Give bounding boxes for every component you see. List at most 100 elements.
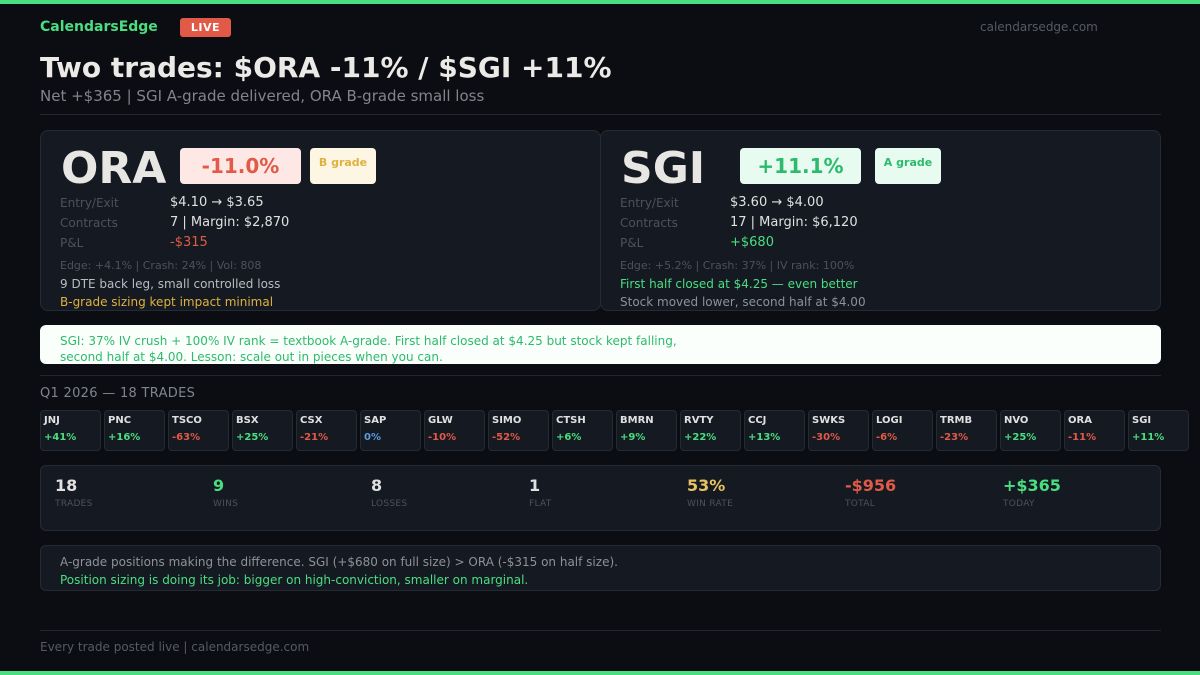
tile-return: 0% (364, 432, 381, 443)
trade-tile: SIMO -52% (488, 410, 549, 451)
stat-label: WINS (213, 499, 239, 509)
site-url: calendarsedge.com (980, 20, 1098, 34)
footer-text: Every trade posted live | calendarsedge.… (40, 640, 310, 654)
ticker-symbol: ORA (61, 143, 167, 194)
trade-tile: RVTY +22% (680, 410, 741, 451)
divider (40, 375, 1161, 376)
stat-label: TOTAL (845, 499, 876, 509)
tile-return: +25% (236, 432, 269, 443)
tile-return: -10% (428, 432, 457, 443)
bottom-accent-bar (0, 671, 1200, 675)
tile-ticker: RVTY (684, 415, 714, 426)
grade-badge: A grade (875, 148, 941, 184)
callout-line: SGI: 37% IV crush + 100% IV rank = textb… (60, 334, 677, 348)
trade-card-sgi: SGI +11.1% A grade Entry/Exit $3.60 → $4… (600, 130, 1161, 311)
contracts-value: 17 | Margin: $6,120 (730, 215, 858, 230)
tile-ticker: TSCO (172, 415, 202, 426)
lesson-callout: SGI: 37% IV crush + 100% IV rank = textb… (40, 325, 1161, 364)
trade-tile: CTSH +6% (552, 410, 613, 451)
tile-return: +25% (1004, 432, 1037, 443)
page-title: Two trades: $ORA -11% / $SGI +11% (40, 51, 612, 84)
stat-label: TODAY (1003, 499, 1035, 509)
tile-return: +9% (620, 432, 646, 443)
tile-ticker: GLW (428, 415, 453, 426)
pnl-label: P&L (620, 236, 644, 250)
stat-value: 8 (371, 476, 383, 495)
summary-line: A-grade positions making the difference.… (60, 555, 618, 569)
tile-ticker: SWKS (812, 415, 846, 426)
stat-value: 9 (213, 476, 225, 495)
stat-item: -$956 TOTAL (845, 476, 896, 509)
trade-tile: NVO +25% (1000, 410, 1061, 451)
tile-ticker: PNC (108, 415, 132, 426)
stat-item: 9 WINS (213, 476, 238, 509)
tile-ticker: SAP (364, 415, 387, 426)
brand-logo: CalendarsEdge (40, 19, 158, 35)
stat-value: +$365 (1003, 476, 1061, 495)
tile-ticker: CCJ (748, 415, 767, 426)
tile-return: -30% (812, 432, 841, 443)
tile-return: -23% (940, 432, 969, 443)
tile-ticker: CTSH (556, 415, 586, 426)
page-subtitle: Net +$365 | SGI A-grade delivered, ORA B… (40, 87, 485, 105)
trade-tile: LOGI -6% (872, 410, 933, 451)
trade-tile: CSX -21% (296, 410, 357, 451)
tile-return: +16% (108, 432, 141, 443)
contracts-label: Contracts (60, 216, 118, 230)
trade-note: 9 DTE back leg, small controlled loss (60, 277, 281, 291)
tile-return: -63% (172, 432, 201, 443)
divider (40, 630, 1161, 631)
stat-item: 1 FLAT (529, 476, 552, 509)
tile-ticker: TRMB (940, 415, 973, 426)
stat-value: 53% (687, 476, 726, 495)
trade-tile: CCJ +13% (744, 410, 805, 451)
tile-ticker: ORA (1068, 415, 1092, 426)
tile-ticker: NVO (1004, 415, 1029, 426)
stat-item: +$365 TODAY (1003, 476, 1061, 509)
contracts-value: 7 | Margin: $2,870 (170, 215, 290, 230)
trade-note-highlight: First half closed at $4.25 — even better (620, 277, 858, 291)
tile-return: +11% (1132, 432, 1165, 443)
stat-value: -$956 (845, 476, 897, 495)
stat-label: TRADES (55, 499, 93, 509)
top-accent-bar (0, 0, 1200, 4)
trade-tile: TRMB -23% (936, 410, 997, 451)
live-badge: LIVE (180, 18, 231, 37)
divider (40, 114, 1161, 115)
contracts-label: Contracts (620, 216, 678, 230)
entry-exit-label: Entry/Exit (620, 196, 679, 210)
trade-tile: SWKS -30% (808, 410, 869, 451)
tile-return: -52% (492, 432, 521, 443)
stat-item: 8 LOSSES (371, 476, 407, 509)
trade-tile: BSX +25% (232, 410, 293, 451)
trade-tile: PNC +16% (104, 410, 165, 451)
tile-ticker: CSX (300, 415, 323, 426)
stats-panel: 18 TRADES 9 WINS 8 LOSSES 1 FLAT 53% WIN RATE -$95… (40, 465, 1161, 531)
pnl-label: P&L (60, 236, 84, 250)
trade-tile: SAP 0% (360, 410, 421, 451)
grade-badge: B grade (310, 148, 376, 184)
return-badge: -11.0% (180, 148, 301, 184)
trade-metrics: Edge: +5.2% | Crash: 37% | IV rank: 100% (620, 259, 855, 272)
trade-tile: JNJ +41% (40, 410, 101, 451)
entry-exit-value: $3.60 → $4.00 (730, 195, 824, 210)
tile-return: -21% (300, 432, 329, 443)
stat-value: 18 (55, 476, 78, 495)
stat-label: FLAT (529, 499, 552, 509)
stat-value: 1 (529, 476, 541, 495)
ticker-symbol: SGI (621, 143, 706, 194)
trade-note-highlight: B-grade sizing kept impact minimal (60, 295, 274, 309)
stat-label: WIN RATE (687, 499, 734, 509)
trade-tile: BMRN +9% (616, 410, 677, 451)
trade-tile: GLW -10% (424, 410, 485, 451)
return-badge: +11.1% (740, 148, 861, 184)
tile-ticker: BSX (236, 415, 259, 426)
trade-note: Stock moved lower, second half at $4.00 (620, 295, 866, 309)
callout-line: second half at $4.00. Lesson: scale out … (60, 350, 443, 364)
stat-item: 18 TRADES (55, 476, 93, 509)
tile-ticker: JNJ (44, 415, 60, 426)
summary-line-highlight: Position sizing is doing its job: bigger… (60, 573, 529, 587)
tile-return: +41% (44, 432, 77, 443)
entry-exit-label: Entry/Exit (60, 196, 119, 210)
tile-ticker: LOGI (876, 415, 903, 426)
